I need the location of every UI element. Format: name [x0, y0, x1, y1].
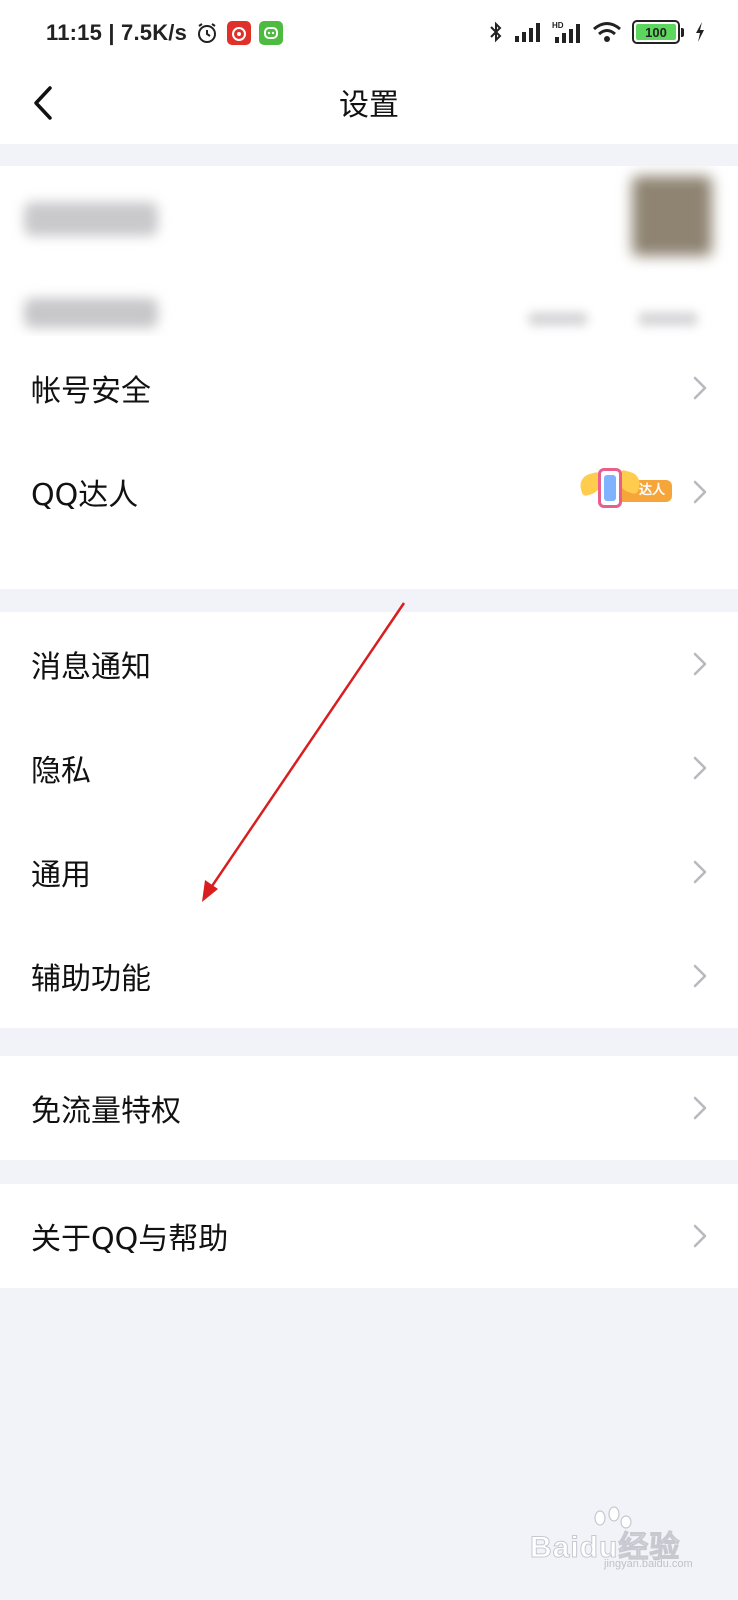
chevron-right-icon — [693, 1224, 707, 1248]
row-free-data[interactable]: 免流量特权 — [0, 1056, 738, 1160]
row-label: 帐号安全 — [31, 374, 151, 409]
status-right: HD 100 — [488, 20, 706, 44]
signal-icon — [515, 23, 540, 42]
row-label: 通用 — [31, 858, 91, 893]
row-label: QQ达人 — [31, 478, 139, 513]
chevron-right-icon — [693, 964, 707, 988]
time-speed-text: 11:15 | 7.5K/s — [46, 20, 188, 45]
hd-signal-icon: HD — [552, 21, 580, 43]
profile-row-blurred[interactable] — [0, 166, 738, 336]
bluetooth-icon — [490, 21, 502, 43]
row-general[interactable]: 通用 — [0, 820, 738, 924]
battery-icon: 100 — [632, 20, 684, 44]
netease-music-icon — [227, 21, 252, 45]
watermark-subtext: jingyan.baidu.com — [604, 1558, 693, 1570]
chevron-right-icon — [693, 1096, 707, 1120]
baidu-watermark: Baidu经验 jingyan.baidu.com — [529, 1506, 693, 1570]
qq-talent-badge: 达人 — [577, 466, 672, 512]
avatar — [632, 176, 712, 256]
wifi-icon — [593, 22, 621, 42]
chevron-right-icon — [693, 376, 707, 400]
row-privacy[interactable]: 隐私 — [0, 716, 738, 820]
chevron-right-icon — [693, 652, 707, 676]
row-label: 消息通知 — [31, 650, 151, 685]
row-label: 关于QQ与帮助 — [31, 1222, 229, 1257]
blurred-name — [24, 202, 158, 236]
blurred-phone-label — [24, 298, 158, 328]
row-about[interactable]: 关于QQ与帮助 — [0, 1184, 738, 1288]
row-accessibility[interactable]: 辅助功能 — [0, 924, 738, 1028]
charging-icon — [696, 22, 704, 42]
app-icon-green — [259, 21, 284, 45]
status-bar: 11:15 | 7.5K/s HD 100 — [0, 0, 738, 66]
row-account-security[interactable]: 帐号安全 — [0, 336, 738, 440]
chevron-right-icon — [693, 860, 707, 884]
account-group: 帐号安全 QQ达人 达人 — [0, 166, 738, 589]
blurred-value-2 — [638, 312, 698, 326]
svg-text:HD: HD — [552, 21, 564, 30]
nav-header: 设置 — [0, 66, 738, 144]
about-group: 关于QQ与帮助 — [0, 1184, 738, 1288]
chevron-right-icon — [693, 756, 707, 780]
row-notifications[interactable]: 消息通知 — [0, 612, 738, 716]
data-group: 免流量特权 — [0, 1056, 738, 1160]
settings-group: 消息通知 隐私 通用 辅助功能 — [0, 612, 738, 1028]
status-left: 11:15 | 7.5K/s — [46, 20, 284, 46]
row-label: 免流量特权 — [31, 1094, 181, 1129]
row-label: 辅助功能 — [31, 962, 151, 997]
row-label: 隐私 — [31, 754, 91, 789]
row-qq-talent[interactable]: QQ达人 达人 — [0, 440, 738, 544]
alarm-icon — [198, 23, 217, 43]
chevron-right-icon — [693, 480, 707, 504]
battery-level: 100 — [645, 24, 667, 40]
page-title: 设置 — [339, 88, 399, 123]
badge-phone-icon — [598, 468, 622, 508]
blurred-value — [528, 312, 588, 326]
